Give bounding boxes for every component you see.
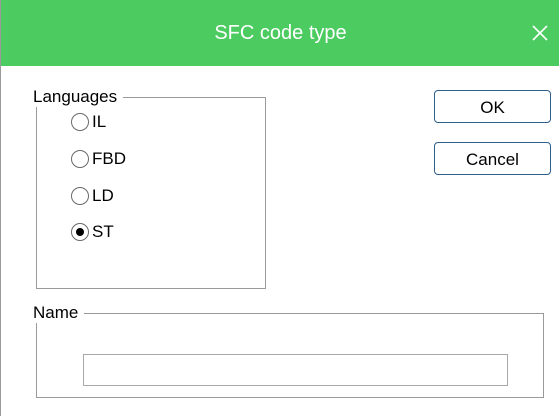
close-icon[interactable] bbox=[528, 21, 552, 45]
languages-groupbox: Languages IL FBD LD ST bbox=[31, 87, 266, 289]
radio-fbd-label: FBD bbox=[92, 149, 126, 168]
ok-button[interactable]: OK bbox=[434, 90, 551, 123]
dialog-title: SFC code type bbox=[214, 22, 347, 44]
radio-st-label: ST bbox=[92, 222, 114, 241]
radio-ld-button[interactable] bbox=[71, 187, 89, 205]
radio-option-st[interactable]: ST bbox=[71, 220, 114, 244]
radio-il-label: IL bbox=[92, 112, 107, 131]
cancel-button[interactable]: Cancel bbox=[434, 142, 551, 175]
name-group-label: Name bbox=[31, 303, 85, 323]
radio-fbd-button[interactable] bbox=[71, 150, 89, 168]
title-bar[interactable]: SFC code type bbox=[1, 0, 559, 66]
radio-il-button[interactable] bbox=[71, 113, 89, 131]
radio-option-il[interactable]: IL bbox=[71, 110, 106, 134]
radio-option-ld[interactable]: LD bbox=[71, 184, 114, 208]
name-input[interactable] bbox=[83, 354, 508, 386]
radio-st-button[interactable] bbox=[71, 223, 89, 241]
name-groupbox: Name bbox=[31, 303, 544, 398]
radio-ld-label: LD bbox=[92, 186, 114, 205]
radio-option-fbd[interactable]: FBD bbox=[71, 147, 126, 171]
languages-group-label: Languages bbox=[31, 87, 124, 107]
sfc-code-type-dialog: SFC code type Languages IL FBD LD ST OK bbox=[0, 0, 559, 416]
